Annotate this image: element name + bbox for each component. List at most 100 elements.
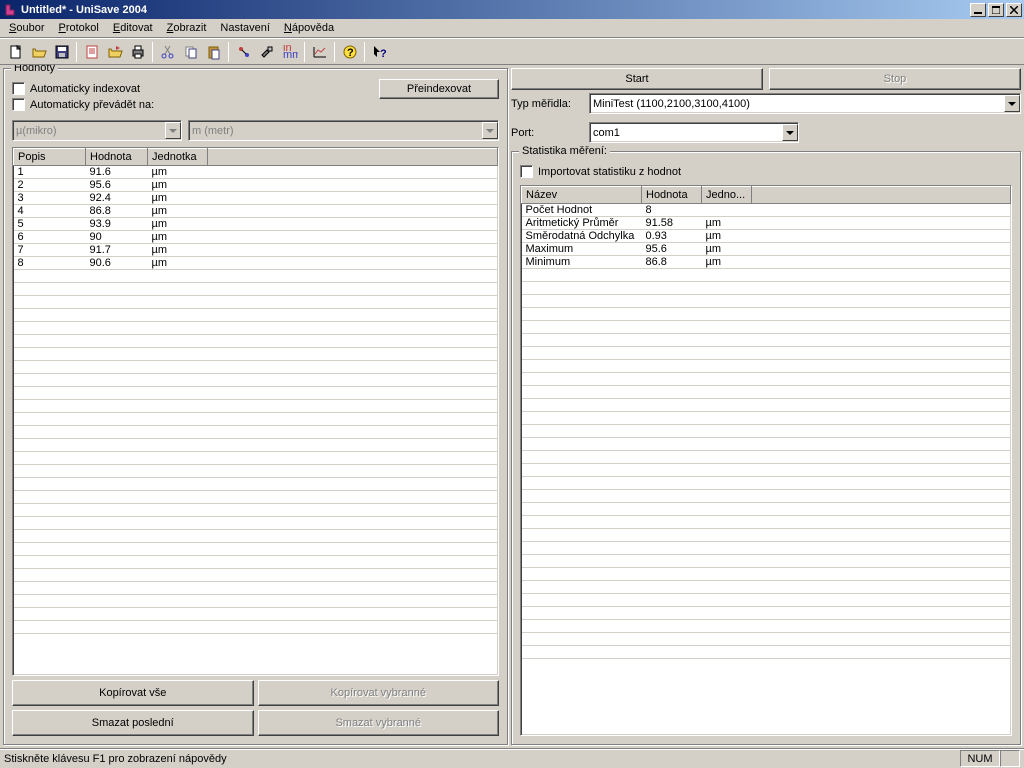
table-row[interactable]: 392.4µm	[14, 192, 498, 205]
table-row[interactable]	[14, 296, 498, 309]
table-row[interactable]	[522, 334, 1011, 347]
column-header[interactable]: Hodnota	[86, 149, 148, 166]
menu-nápověda[interactable]: Nápověda	[277, 20, 341, 36]
column-header[interactable]: Hodnota	[642, 187, 702, 204]
settings-icon[interactable]	[255, 41, 278, 63]
table-row[interactable]	[14, 426, 498, 439]
table-row[interactable]: Směrodatná Odchylka0.93µm	[522, 230, 1011, 243]
table-row[interactable]	[14, 348, 498, 361]
table-row[interactable]: Maximum95.6µm	[522, 243, 1011, 256]
stop-button[interactable]: Stop	[769, 68, 1021, 90]
table-row[interactable]	[522, 295, 1011, 308]
table-row[interactable]	[522, 308, 1011, 321]
table-row[interactable]	[14, 504, 498, 517]
table-row[interactable]: 690µm	[14, 231, 498, 244]
table-row[interactable]: Počet Hodnot8	[522, 204, 1011, 217]
menu-protokol[interactable]: Protokol	[51, 20, 105, 36]
table-row[interactable]: 890.6µm	[14, 257, 498, 270]
start-button[interactable]: Start	[511, 68, 763, 90]
copy-selected-button[interactable]: Kopírovat vybranné	[258, 680, 500, 706]
export-icon[interactable]	[103, 41, 126, 63]
table-row[interactable]	[522, 490, 1011, 503]
chart-icon[interactable]	[308, 41, 331, 63]
table-row[interactable]: Minimum86.8µm	[522, 256, 1011, 269]
table-row[interactable]	[14, 387, 498, 400]
new-icon[interactable]	[4, 41, 27, 63]
save-icon[interactable]	[50, 41, 73, 63]
print-icon[interactable]	[126, 41, 149, 63]
table-row[interactable]	[14, 543, 498, 556]
port-combo[interactable]: com1	[589, 122, 799, 143]
table-row[interactable]	[522, 516, 1011, 529]
table-row[interactable]	[522, 399, 1011, 412]
open-icon[interactable]	[27, 41, 50, 63]
table-row[interactable]	[522, 347, 1011, 360]
table-row[interactable]	[14, 569, 498, 582]
table-row[interactable]	[14, 283, 498, 296]
table-row[interactable]: 791.7µm	[14, 244, 498, 257]
table-row[interactable]	[522, 594, 1011, 607]
menu-zobrazit[interactable]: Zobrazit	[160, 20, 214, 36]
units-icon[interactable]: inmm	[278, 41, 301, 63]
table-row[interactable]	[522, 568, 1011, 581]
stats-grid[interactable]: NázevHodnotaJedno... Počet Hodnot8Aritme…	[520, 185, 1012, 736]
column-header[interactable]: Jedno...	[702, 187, 752, 204]
table-row[interactable]	[522, 659, 1011, 672]
table-row[interactable]	[522, 620, 1011, 633]
table-row[interactable]	[14, 530, 498, 543]
help-icon[interactable]: ?	[338, 41, 361, 63]
paste-icon[interactable]	[202, 41, 225, 63]
column-header[interactable]: Jednotka	[148, 149, 208, 166]
column-header[interactable]: Název	[522, 187, 642, 204]
table-row[interactable]	[14, 517, 498, 530]
close-button[interactable]	[1006, 3, 1022, 17]
table-row[interactable]	[14, 491, 498, 504]
delete-last-button[interactable]: Smazat poslední	[12, 710, 254, 736]
cut-icon[interactable]	[156, 41, 179, 63]
table-row[interactable]	[14, 309, 498, 322]
table-row[interactable]	[14, 452, 498, 465]
table-row[interactable]	[14, 595, 498, 608]
table-row[interactable]: 593.9µm	[14, 218, 498, 231]
table-row[interactable]	[522, 282, 1011, 295]
table-row[interactable]	[522, 321, 1011, 334]
table-row[interactable]	[522, 607, 1011, 620]
table-row[interactable]	[14, 582, 498, 595]
minimize-button[interactable]	[970, 3, 986, 17]
copy-all-button[interactable]: Kopírovat vše	[12, 680, 254, 706]
table-row[interactable]	[14, 556, 498, 569]
table-row[interactable]	[522, 373, 1011, 386]
table-row[interactable]	[14, 400, 498, 413]
table-row[interactable]: 295.6µm	[14, 179, 498, 192]
table-row[interactable]	[14, 374, 498, 387]
table-row[interactable]	[14, 413, 498, 426]
table-row[interactable]	[522, 646, 1011, 659]
table-row[interactable]	[14, 270, 498, 283]
table-row[interactable]	[522, 360, 1011, 373]
table-row[interactable]	[14, 322, 498, 335]
table-row[interactable]	[522, 633, 1011, 646]
table-row[interactable]	[14, 439, 498, 452]
maximize-button[interactable]	[988, 3, 1004, 17]
auto-index-checkbox[interactable]	[12, 82, 25, 95]
table-row[interactable]: 486.8µm	[14, 205, 498, 218]
delete-selected-button[interactable]: Smazat vybranné	[258, 710, 500, 736]
menu-nastavení[interactable]: Nastavení	[213, 20, 277, 36]
table-row[interactable]	[522, 542, 1011, 555]
protocol-icon[interactable]	[80, 41, 103, 63]
table-row[interactable]: Aritmetický Průměr91.58µm	[522, 217, 1011, 230]
context-help-icon[interactable]: ?	[368, 41, 391, 63]
table-row[interactable]	[522, 529, 1011, 542]
table-row[interactable]	[522, 581, 1011, 594]
table-row[interactable]	[522, 269, 1011, 282]
table-row[interactable]	[522, 451, 1011, 464]
table-row[interactable]	[522, 477, 1011, 490]
table-row[interactable]	[14, 634, 498, 647]
table-row[interactable]	[14, 361, 498, 374]
table-row[interactable]	[14, 478, 498, 491]
values-grid[interactable]: PopisHodnotaJednotka 191.6µm295.6µm392.4…	[12, 147, 499, 676]
column-header[interactable]: Popis	[14, 149, 86, 166]
table-row[interactable]	[14, 608, 498, 621]
table-row[interactable]	[522, 386, 1011, 399]
auto-convert-checkbox[interactable]	[12, 98, 25, 111]
